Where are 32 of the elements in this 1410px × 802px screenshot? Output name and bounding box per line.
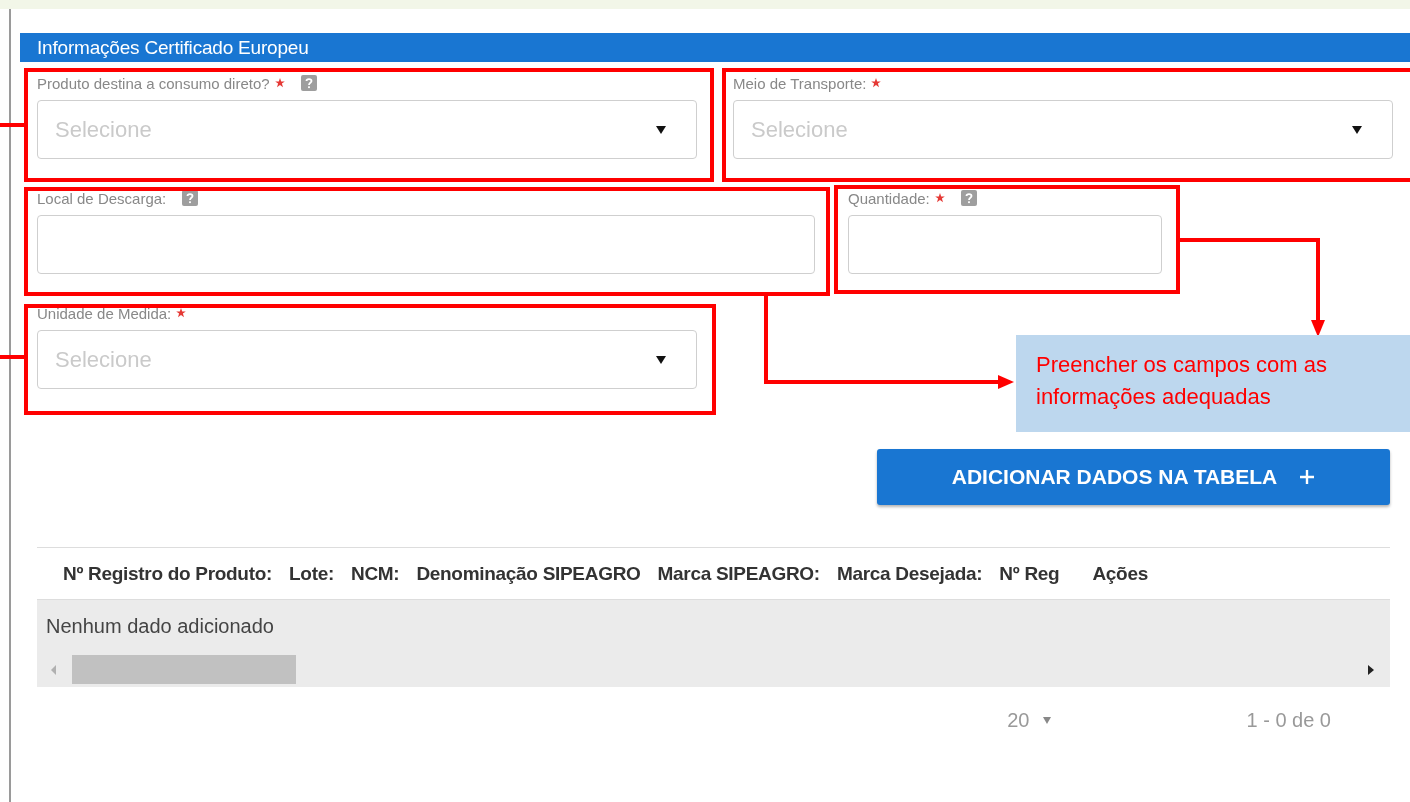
add-data-button[interactable]: ADICIONAR DADOS NA TABELA: [877, 449, 1390, 505]
field-label: Meio de Transporte:: [733, 74, 867, 92]
column-header: NCM:: [350, 562, 400, 585]
column-header: Denominação SIPEAGRO: [416, 562, 641, 585]
page-range: 1 - 0 de 0: [1246, 709, 1331, 732]
caret-icon: [656, 355, 666, 364]
scrollbar-thumb[interactable]: [72, 655, 296, 684]
caret-icon: [1352, 125, 1362, 134]
input-field[interactable]: [848, 215, 1162, 274]
column-header: Marca Desejada:: [836, 562, 983, 585]
caret-icon: [1043, 717, 1052, 724]
horizontal-scrollbar[interactable]: [37, 652, 1390, 687]
plus-icon: [1299, 469, 1316, 485]
column-header: Marca SIPEAGRO:: [657, 562, 820, 585]
page-size-select[interactable]: 20: [1007, 709, 1052, 732]
input-field[interactable]: [37, 215, 815, 274]
caret-icon: [656, 125, 666, 134]
field-label: Produto destina a consumo direto?: [37, 74, 270, 92]
callout-note: Preencher os campos com as informações adequadas: [1016, 335, 1410, 432]
scroll-left-icon: [51, 664, 56, 675]
column-header: Lote:: [289, 562, 334, 585]
scroll-right-icon: [1368, 664, 1374, 675]
leader-line: [0, 355, 24, 359]
column-header: Ações: [1092, 562, 1148, 585]
column-header: Nº Registro do Produto:: [63, 562, 273, 585]
section-header: Informações Certificado Europeu: [20, 33, 1410, 62]
leader-line: [0, 123, 24, 127]
field-label: Unidade de Medida:: [37, 304, 172, 322]
empty-message: Nenhum dado adicionado: [46, 614, 274, 638]
field-label: Quantidade:: [848, 189, 930, 207]
column-header: Nº Reg: [999, 562, 1060, 585]
field-label: Local de Descarga:: [37, 189, 167, 207]
